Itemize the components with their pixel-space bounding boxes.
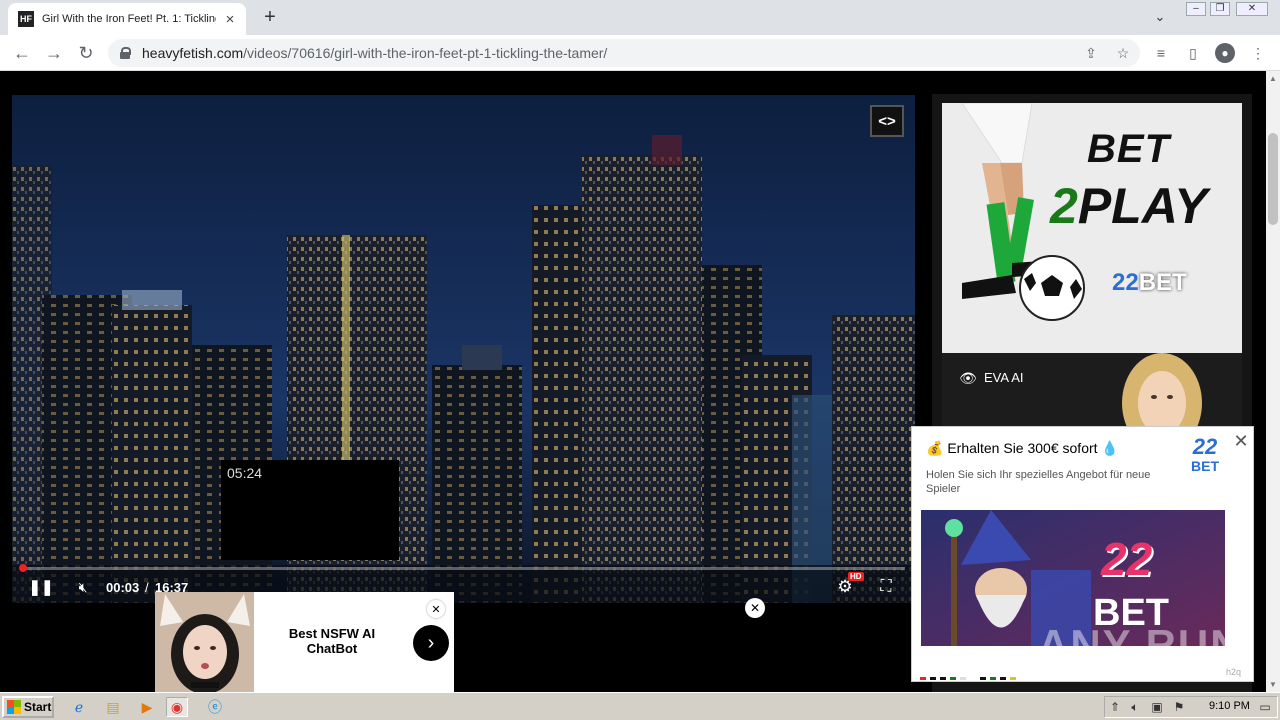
page-scrollbar[interactable]: ▲ ▼ xyxy=(1266,71,1280,692)
anyrun-watermark: ANY RUN xyxy=(1038,621,1243,668)
edge-icon[interactable]: ⓔ xyxy=(204,697,226,717)
side-panel-icon[interactable]: ▯ xyxy=(1183,43,1203,63)
chrome-icon[interactable]: ◉ xyxy=(166,697,188,717)
volume-icon[interactable]: 🔈︎ xyxy=(1127,699,1143,715)
popup-logo-word: BET xyxy=(1191,458,1219,474)
back-arrow-icon[interactable]: ← xyxy=(10,41,34,65)
browser-toolbar: ← → ↻ heavyfetish.com/videos/70616/girl-… xyxy=(0,35,1280,71)
start-label: Start xyxy=(24,700,52,714)
eva-ai-label: EVA AI xyxy=(984,370,1024,385)
media-control-icon[interactable]: ≡ xyxy=(1151,43,1171,63)
new-tab-button[interactable]: + xyxy=(258,5,282,29)
chatbot-ad-image xyxy=(155,592,254,692)
banner-brand-num: 22 xyxy=(1112,269,1139,296)
chatbot-ad[interactable]: Best NSFW AI ChatBot › ✕ xyxy=(155,592,454,692)
browser-tab[interactable]: HF Girl With the Iron Feet! Pt. 1: Tickl… xyxy=(8,3,246,35)
profile-avatar-icon[interactable]: ● xyxy=(1215,43,1235,63)
forward-arrow-icon[interactable]: → xyxy=(42,41,66,65)
popup-logo-num: 22 xyxy=(1192,434,1218,459)
bookmark-star-icon[interactable]: ☆ xyxy=(1114,44,1132,62)
scroll-down-arrow-icon[interactable]: ▼ xyxy=(1268,679,1278,689)
file-explorer-icon[interactable]: ▤ xyxy=(102,697,124,717)
eye-icon: 👁︎ xyxy=(959,369,977,386)
seek-preview-thumbnail: 05:24 xyxy=(221,460,399,560)
url-domain: heavyfetish.com xyxy=(142,45,244,61)
chatbot-ad-text[interactable]: Best NSFW AI ChatBot xyxy=(273,626,391,656)
url-path: /videos/70616/girl-with-the-iron-feet-pt… xyxy=(243,45,608,61)
eva-ai-portrait-image xyxy=(942,353,1242,433)
tab-strip: HF Girl With the Iron Feet! Pt. 1: Tickl… xyxy=(0,0,1280,35)
current-time: 00:03 xyxy=(106,580,140,595)
embed-code-button[interactable]: <> xyxy=(870,105,904,137)
windows-logo-icon xyxy=(7,700,21,714)
reload-icon[interactable]: ↻ xyxy=(74,41,98,65)
banner-brand-word: BET xyxy=(1138,269,1187,296)
chatbot-ad-close-button[interactable]: ✕ xyxy=(427,600,445,618)
address-bar[interactable]: heavyfetish.com/videos/70616/girl-with-t… xyxy=(108,39,1140,67)
web-page: <> 05:24 ❚❚ 🔇︎ 00:03 / 16:37 ⚙ HD ⛶ ✕ Be… xyxy=(0,71,1266,692)
tab-title: Girl With the Iron Feet! Pt. 1: Tickling… xyxy=(42,13,216,25)
video-player[interactable]: <> 05:24 ❚❚ 🔇︎ 00:03 / 16:37 ⚙ HD ⛶ xyxy=(12,95,915,603)
system-tray: ⇑ 🔈︎ ▣ ⚑ 9:10 PM ▭ xyxy=(1104,696,1278,718)
video-frame-city-skyline[interactable] xyxy=(12,95,915,603)
banner-headline-bet: BET xyxy=(1087,127,1170,171)
network-icon[interactable]: ▣ xyxy=(1149,699,1165,715)
show-desktop-icon[interactable]: ▭ xyxy=(1257,699,1273,715)
preview-timestamp: 05:24 xyxy=(227,465,263,481)
minimize-window-button[interactable]: – xyxy=(1186,2,1206,16)
close-window-button[interactable]: ✕ xyxy=(1236,2,1268,16)
banner-headline-2play: 2PLAY xyxy=(1050,177,1207,235)
banner-headline-2: 2 xyxy=(1050,178,1078,234)
site-favicon-icon: HF xyxy=(18,11,34,27)
progress-scrubber-handle[interactable] xyxy=(19,564,27,572)
popup-title: 💰 Erhalten Sie 300€ sofort 💧 xyxy=(926,440,1119,456)
banner-headline-play: PLAY xyxy=(1077,178,1208,234)
overlay-ad-close-button[interactable]: ✕ xyxy=(745,598,765,618)
popup-close-icon[interactable]: ✕ xyxy=(1232,431,1250,451)
action-center-flag-icon[interactable]: ⚑ xyxy=(1171,699,1187,715)
progress-bar[interactable] xyxy=(19,564,905,572)
start-button[interactable]: Start xyxy=(2,696,54,718)
restore-window-button[interactable]: ❐ xyxy=(1210,2,1230,16)
tab-search-chevron-icon[interactable]: ⌄ xyxy=(1150,7,1170,27)
scrollbar-thumb[interactable] xyxy=(1268,133,1278,225)
fullscreen-icon[interactable]: ⛶ xyxy=(876,577,896,597)
eva-ai-banner-ad[interactable]: 👁︎ EVA AI xyxy=(942,353,1242,433)
browser-menu-icon[interactable]: ⋮ xyxy=(1248,43,1268,63)
chevron-right-icon[interactable]: › xyxy=(413,625,449,661)
internet-explorer-icon[interactable]: ℯ xyxy=(68,697,90,717)
scroll-up-arrow-icon[interactable]: ▲ xyxy=(1268,73,1278,83)
lock-icon[interactable] xyxy=(120,47,131,59)
popup-subtitle: Holen Sie sich Ihr spezielles Angebot fü… xyxy=(926,469,1151,495)
url-text[interactable]: heavyfetish.com/videos/70616/girl-with-t… xyxy=(142,45,607,61)
share-icon[interactable]: ⇪ xyxy=(1082,44,1100,62)
banner-brand-logo: 22BET xyxy=(1112,269,1187,297)
windows-taskbar: Start ℯ ▤ ▶ ◉ ⓔ ⇑ 🔈︎ ▣ ⚑ 9:10 PM ▭ xyxy=(0,692,1280,720)
taskbar-clock[interactable]: 9:10 PM xyxy=(1209,700,1250,712)
popup-image-num: 22 xyxy=(1101,533,1153,585)
hd-badge: HD xyxy=(848,572,864,581)
progress-played xyxy=(19,564,27,572)
below-player-area xyxy=(12,603,915,692)
pause-icon[interactable]: ❚❚ xyxy=(28,577,53,597)
popup-carousel-dots xyxy=(920,677,1016,680)
22bet-logo: 22 BET xyxy=(1184,436,1226,478)
tab-close-icon[interactable]: × xyxy=(222,11,238,28)
mute-icon[interactable]: 🔇︎ xyxy=(72,577,94,597)
media-player-icon[interactable]: ▶ xyxy=(136,697,158,717)
tray-expand-icon[interactable]: ⇑ xyxy=(1107,699,1123,715)
time-separator: / xyxy=(145,580,149,595)
bet2play-banner-ad[interactable]: BET 2PLAY 22BET xyxy=(942,103,1242,353)
